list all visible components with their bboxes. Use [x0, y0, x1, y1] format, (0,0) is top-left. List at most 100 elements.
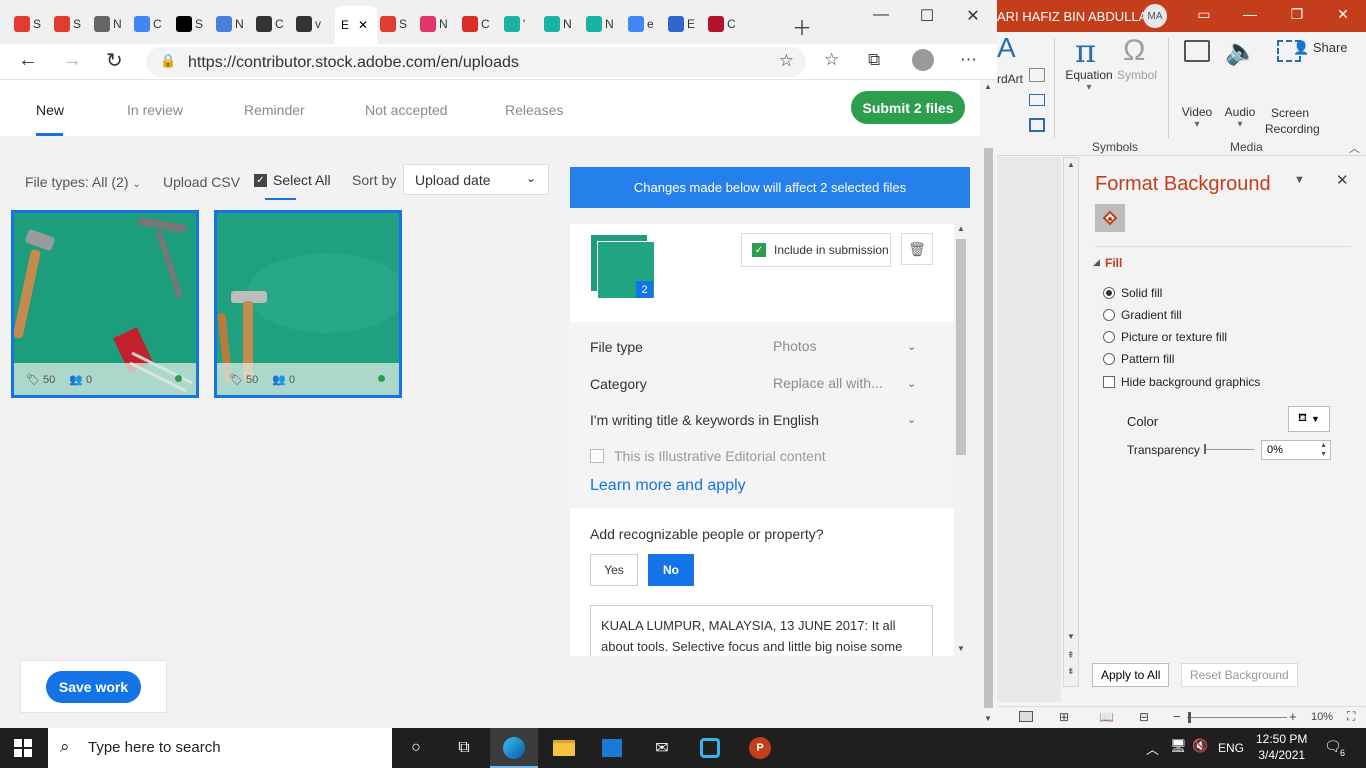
scroll-down-icon[interactable]: ▼	[1067, 632, 1075, 641]
file-types-dropdown[interactable]: File types: All (2) ⌄	[25, 174, 141, 190]
title-textarea[interactable]: KUALA LUMPUR, MALAYSIA, 13 JUNE 2017: It…	[590, 605, 933, 656]
slide-number-icon[interactable]	[1029, 118, 1045, 132]
scroll-down-icon[interactable]: ▼	[957, 644, 965, 653]
picture-fill-radio[interactable]: Picture or texture fill	[1103, 330, 1227, 344]
collapse-fill-icon[interactable]: ◢	[1093, 257, 1100, 268]
store-icon[interactable]	[600, 736, 624, 760]
tab-active[interactable]: E ✕	[335, 6, 377, 44]
browser-tab[interactable]: v	[296, 12, 332, 36]
collections-icon[interactable]: ⧉	[868, 50, 880, 70]
browser-tab[interactable]: S	[14, 12, 50, 36]
chevron-down-icon[interactable]: ⌄	[907, 413, 916, 426]
file-type-select[interactable]: Photos	[773, 338, 817, 354]
browser-tab[interactable]: e	[628, 12, 664, 36]
reset-background-button[interactable]: Reset Background	[1181, 663, 1298, 687]
edge-icon[interactable]	[502, 736, 526, 760]
include-submission-toggle[interactable]: ✓ Include in submission	[741, 233, 891, 267]
pane-options-icon[interactable]: ▼	[1294, 174, 1305, 186]
yes-button[interactable]: Yes	[590, 554, 638, 586]
transparency-input[interactable]: 0% ▲ ▼	[1261, 440, 1331, 460]
tab-not-accepted[interactable]: Not accepted	[365, 102, 448, 118]
volume-icon[interactable]: 🔇	[1192, 738, 1208, 754]
equation-button[interactable]: Equation ▾	[1065, 68, 1113, 93]
scroll-up-icon[interactable]: ▲	[957, 224, 965, 233]
chevron-down-icon[interactable]: ⌄	[907, 377, 916, 390]
collapse-ribbon-icon[interactable]: ︿	[1349, 140, 1360, 156]
language-select[interactable]: English	[773, 412, 819, 428]
tab-close-icon[interactable]: ✕	[358, 18, 368, 32]
pattern-fill-radio[interactable]: Pattern fill	[1103, 352, 1174, 366]
category-select[interactable]: Replace all with...	[773, 375, 883, 391]
zoom-out-icon[interactable]: −	[1173, 709, 1181, 724]
browser-tab[interactable]: C	[134, 12, 170, 36]
page-scrollbar[interactable]: ▲ ▼	[980, 80, 997, 728]
scroll-thumb[interactable]	[984, 148, 993, 708]
close-icon[interactable]: ✕	[958, 6, 988, 26]
transparency-slider[interactable]	[1204, 444, 1254, 454]
paint-bucket-icon[interactable]	[1095, 204, 1125, 232]
browser-tab[interactable]: S	[54, 12, 90, 36]
apply-to-all-button[interactable]: Apply to All	[1092, 663, 1170, 687]
more-icon[interactable]: ⋯	[960, 50, 977, 70]
maximize-icon[interactable]: ☐	[912, 6, 942, 26]
trash-icon[interactable]: 🗑	[901, 233, 933, 265]
close-icon[interactable]: ✕	[1331, 6, 1355, 23]
fill-section-header[interactable]: Fill	[1105, 256, 1122, 270]
zoom-slider[interactable]	[1187, 717, 1287, 718]
slider-thumb[interactable]	[1204, 444, 1206, 454]
audio-button[interactable]: Audio ▾	[1219, 105, 1261, 130]
video-button[interactable]: Video ▾	[1177, 105, 1217, 130]
browser-tab[interactable]: N	[420, 12, 456, 36]
normal-view-icon[interactable]	[1019, 711, 1033, 722]
browser-tab[interactable]: C	[256, 12, 292, 36]
scroll-up-icon[interactable]: ▲	[984, 82, 992, 91]
mail-icon[interactable]: ✉	[650, 736, 674, 760]
favorites-icon[interactable]: ☆	[824, 50, 839, 70]
back-icon[interactable]: ←	[18, 49, 38, 72]
submit-button[interactable]: Submit 2 files	[851, 91, 965, 124]
zoom-level[interactable]: 10%	[1311, 711, 1333, 723]
learn-more-link[interactable]: Learn more and apply	[590, 477, 746, 495]
slide-scrollbar[interactable]: ▲ ▼ ⇞ ⇟	[1063, 157, 1079, 687]
clock[interactable]: 12:50 PM 3/4/2021	[1256, 731, 1307, 763]
editorial-checkbox[interactable]: This is Illustrative Editorial content	[590, 448, 826, 464]
task-view-icon[interactable]: ⧉	[452, 736, 476, 760]
file-stack[interactable]: 2	[590, 234, 656, 300]
pane-close-icon[interactable]: ✕	[1336, 171, 1349, 189]
language-indicator[interactable]: ENG	[1218, 741, 1244, 755]
screen-recording-button[interactable]: Screen Recording	[1265, 105, 1320, 137]
scroll-thumb[interactable]	[956, 239, 966, 455]
header-footer-icon[interactable]	[1029, 68, 1045, 82]
new-tab-icon[interactable]: ＋	[792, 12, 812, 41]
tab-releases[interactable]: Releases	[505, 102, 563, 118]
avatar[interactable]: MA	[1143, 4, 1167, 28]
date-icon[interactable]	[1029, 94, 1045, 106]
add-favorite-icon[interactable]: ☆	[779, 51, 794, 71]
browser-tab[interactable]: E	[668, 12, 704, 36]
spinner-icon[interactable]: ▲ ▼	[1320, 441, 1327, 459]
cortana-icon[interactable]: ○	[404, 736, 428, 760]
powerpoint-icon[interactable]: P	[748, 736, 772, 760]
hide-background-checkbox[interactable]: Hide background graphics	[1103, 375, 1260, 389]
ribbon-display-icon[interactable]: ▭	[1192, 6, 1216, 23]
zoom-thumb[interactable]	[1188, 712, 1191, 723]
browser-tab[interactable]: N	[586, 12, 622, 36]
slide-sorter-icon[interactable]: ⊞	[1059, 710, 1069, 724]
select-all-checkbox[interactable]: ✓ Select All	[254, 172, 331, 188]
symbol-button[interactable]: Symbol	[1115, 68, 1159, 82]
scroll-up-icon[interactable]: ▲	[1067, 160, 1075, 169]
app-icon[interactable]	[698, 736, 722, 760]
windows-start-icon[interactable]	[14, 739, 32, 757]
sort-select[interactable]: Upload date ⌄	[403, 164, 549, 195]
upload-thumbnail[interactable]: 🏷 50 👥 0	[11, 210, 199, 398]
reading-view-icon[interactable]: 📖	[1099, 710, 1114, 724]
upload-thumbnail[interactable]: 🏷 50 👥 0	[214, 210, 402, 398]
browser-tab[interactable]: N	[94, 12, 130, 36]
save-work-button[interactable]: Save work	[46, 671, 141, 703]
no-button[interactable]: No	[648, 554, 694, 586]
browser-tab[interactable]: S	[380, 12, 416, 36]
tab-reminder[interactable]: Reminder	[244, 102, 305, 118]
panel-scrollbar[interactable]: ▲ ▼	[954, 224, 968, 656]
minimize-icon[interactable]: —	[1238, 6, 1262, 22]
color-picker-button[interactable]: ⛾ ▼	[1288, 406, 1330, 432]
